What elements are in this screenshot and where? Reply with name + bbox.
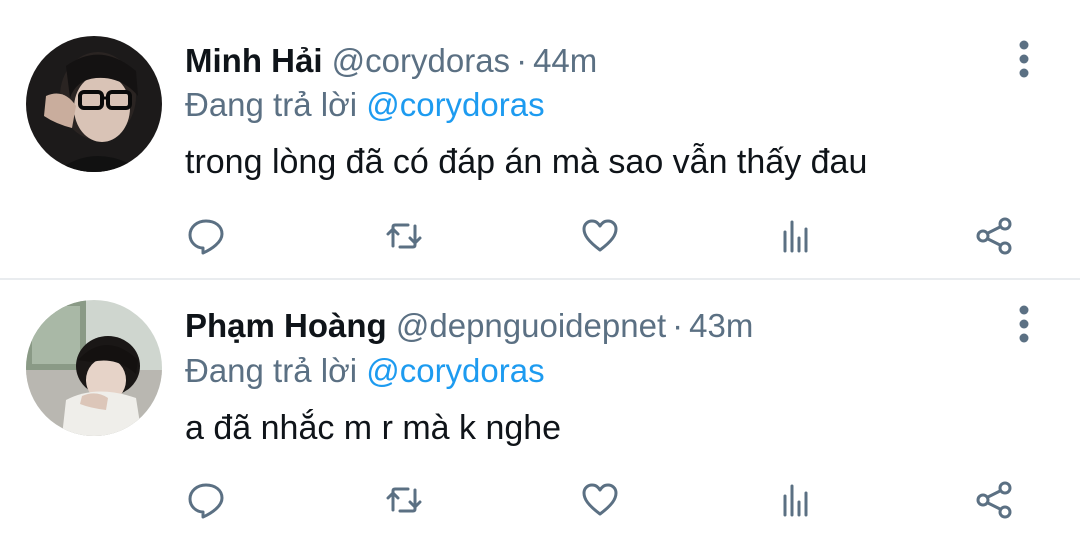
- tweet-card[interactable]: Minh Hải @corydoras · 44m Đang trả lời @co…: [0, 0, 1080, 278]
- like-button[interactable]: [576, 212, 624, 260]
- mention-link[interactable]: @corydoras: [366, 352, 544, 389]
- heart-icon: [582, 219, 618, 252]
- timestamp[interactable]: 44m: [533, 42, 597, 79]
- share-button[interactable]: [970, 476, 1018, 524]
- avatar-photo: [26, 36, 162, 172]
- reply-icon: [188, 219, 224, 255]
- display-name[interactable]: Minh Hải: [185, 42, 323, 79]
- user-handle[interactable]: @corydoras: [332, 42, 510, 79]
- reply-button[interactable]: [182, 476, 230, 524]
- retweet-icon: [386, 487, 422, 513]
- analytics-icon: [783, 220, 808, 253]
- share-icon: [976, 217, 1012, 255]
- share-button[interactable]: [970, 212, 1018, 260]
- user-handle[interactable]: @depnguoidepnet: [396, 307, 666, 344]
- replying-to-label: Đang trả lời: [185, 352, 358, 389]
- replying-to: Đang trả lời @corydoras: [185, 82, 545, 128]
- tweet-text: a đã nhắc m r mà k nghe: [185, 409, 562, 447]
- avatar[interactable]: [26, 300, 162, 436]
- more-options-button[interactable]: [1004, 300, 1044, 348]
- more-vertical-icon: [1019, 40, 1029, 78]
- analytics-icon: [783, 484, 808, 517]
- tweet-text: trong lòng đã có đáp án mà sao vẫn thấy …: [185, 143, 868, 181]
- more-vertical-icon: [1019, 305, 1029, 343]
- heart-icon: [582, 483, 618, 516]
- tweet-header: Phạm Hoàng @depnguoidepnet · 43m: [185, 302, 753, 350]
- avatar-photo: [26, 300, 162, 436]
- like-button[interactable]: [576, 476, 624, 524]
- retweet-button[interactable]: [380, 212, 428, 260]
- avatar[interactable]: [26, 36, 162, 172]
- reply-icon: [188, 483, 224, 519]
- tweet-header: Minh Hải @corydoras · 44m: [185, 37, 597, 85]
- replying-to: Đang trả lời @corydoras: [185, 348, 545, 394]
- retweet-button[interactable]: [380, 476, 428, 524]
- tweet-card[interactable]: Phạm Hoàng @depnguoidepnet · 43m Đang trả …: [0, 280, 1080, 539]
- reply-button[interactable]: [182, 212, 230, 260]
- separator-dot: ·: [672, 307, 684, 344]
- mention-link[interactable]: @corydoras: [366, 86, 544, 123]
- separator-dot: ·: [516, 42, 528, 79]
- timestamp[interactable]: 43m: [689, 307, 753, 344]
- display-name[interactable]: Phạm Hoàng: [185, 307, 387, 344]
- analytics-button[interactable]: [772, 476, 820, 524]
- share-icon: [976, 481, 1012, 519]
- retweet-icon: [386, 223, 422, 249]
- analytics-button[interactable]: [772, 212, 820, 260]
- more-options-button[interactable]: [1004, 35, 1044, 83]
- replying-to-label: Đang trả lời: [185, 86, 358, 123]
